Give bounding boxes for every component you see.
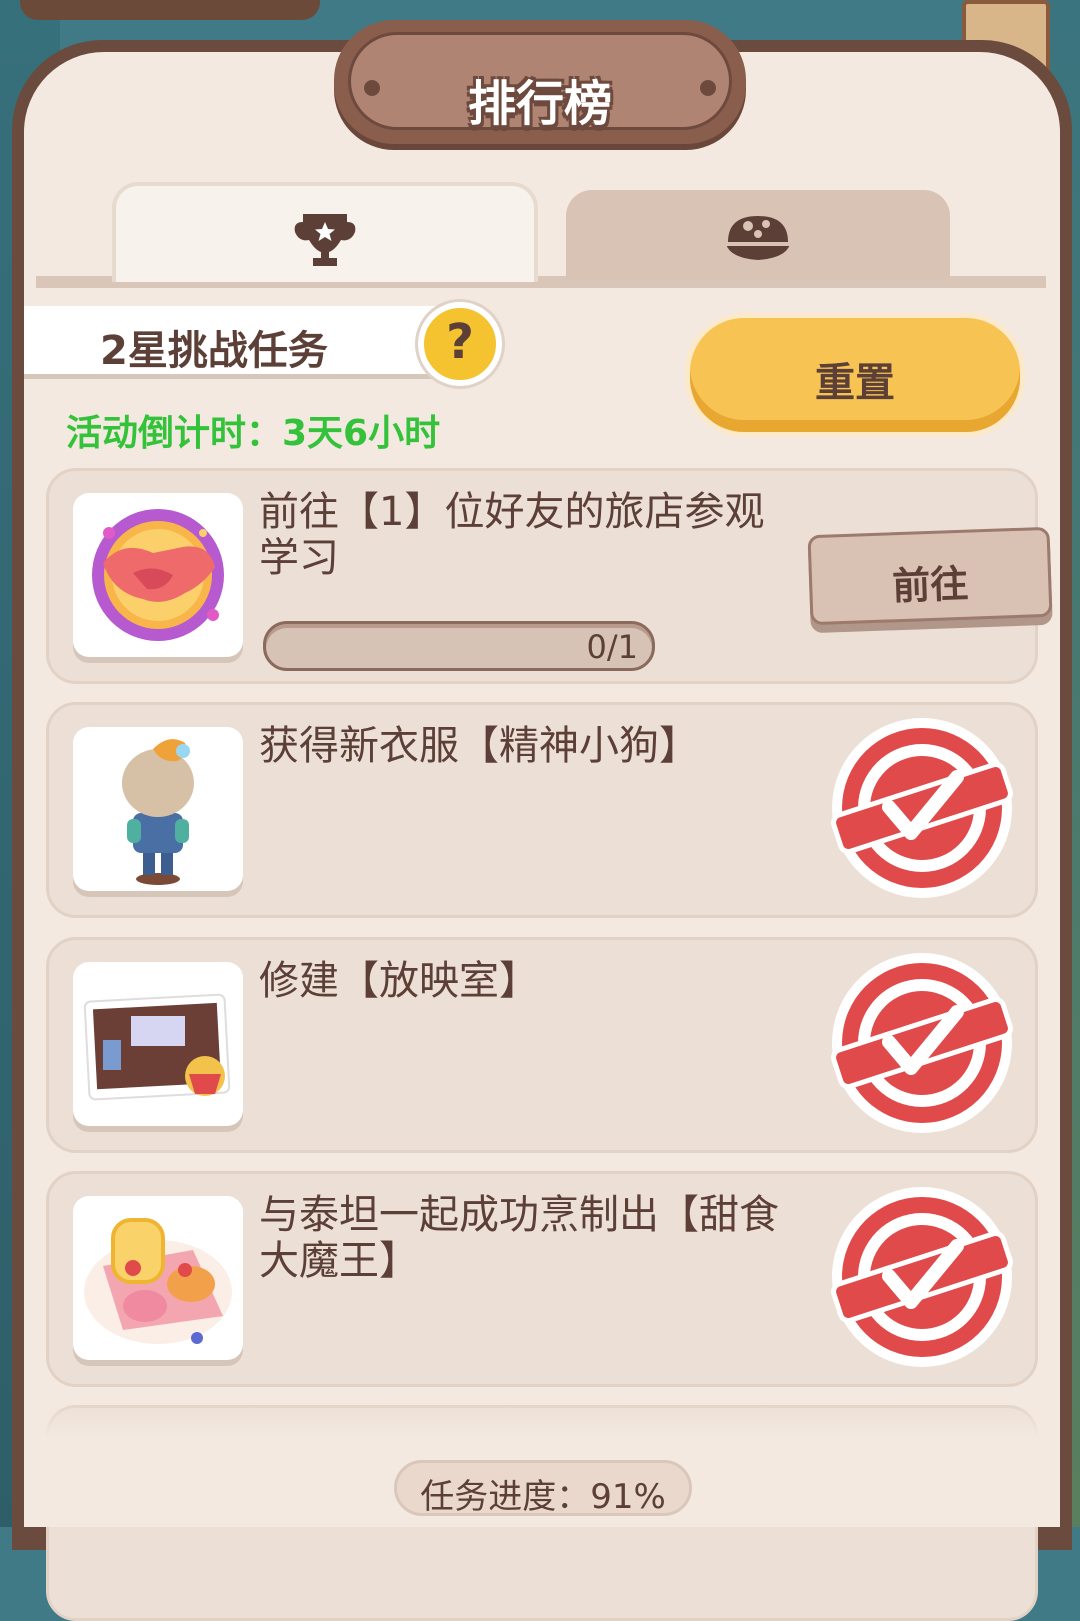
goto-button[interactable]: 前往 <box>807 526 1053 626</box>
background-decor <box>20 0 320 20</box>
task-description: 前往【1】位好友的旅店参观学习 <box>259 489 765 581</box>
tab-second[interactable] <box>566 190 950 280</box>
completed-stamp-icon <box>831 953 1013 1133</box>
dome-bowl-icon <box>724 216 792 260</box>
outfit-dog-icon <box>122 739 194 885</box>
handshake-icon <box>92 509 224 641</box>
completed-stamp-icon <box>831 718 1013 898</box>
title-plate: 排行榜 <box>334 20 746 144</box>
question-mark-icon: ? <box>446 314 474 370</box>
task-thumbnail <box>73 493 243 657</box>
reset-button-label: 重置 <box>815 360 895 406</box>
task-progress-label: 0/1 <box>586 628 639 666</box>
task-description: 获得新衣服【精神小狗】 <box>259 723 699 769</box>
task-description: 与泰坦一起成功烹制出【甜食大魔王】 <box>259 1192 779 1284</box>
page-title: 排行榜 <box>467 76 612 132</box>
task-progress-summary: 任务进度：91% <box>394 1460 692 1517</box>
help-button[interactable]: ? <box>418 302 502 386</box>
task-description: 修建【放映室】 <box>259 958 539 1004</box>
task-thumbnail <box>73 1196 243 1360</box>
goto-button-label: 前往 <box>891 561 970 609</box>
cinema-room-icon <box>83 993 231 1101</box>
task-progress-bar: 0/1 <box>263 621 655 671</box>
dessert-plate-icon <box>84 1218 232 1344</box>
event-countdown: 活动倒计时：3天6小时 <box>66 413 441 454</box>
task-progress-summary-label: 任务进度：91% <box>420 1477 666 1517</box>
trophy-icon <box>294 214 356 266</box>
completed-stamp-icon <box>831 1187 1013 1367</box>
challenge-label: 2星挑战任务 <box>100 328 328 374</box>
task-card: 修建【放映室】 <box>46 937 1038 1153</box>
task-card: 前往【1】位好友的旅店参观学习 0/1 前往 <box>46 468 1053 684</box>
task-card: 获得新衣服【精神小狗】 <box>46 702 1038 918</box>
reset-button[interactable]: 重置 <box>690 318 1020 432</box>
tab-trophy[interactable] <box>112 182 538 282</box>
task-card: 与泰坦一起成功烹制出【甜食大魔王】 <box>46 1171 1038 1387</box>
task-thumbnail <box>73 962 243 1126</box>
task-thumbnail <box>73 727 243 891</box>
